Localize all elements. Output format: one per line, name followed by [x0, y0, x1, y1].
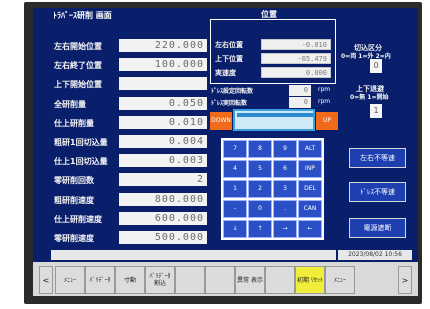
- position-label: 上下位置: [215, 55, 243, 63]
- keypad-key[interactable]: INP: [298, 160, 322, 178]
- position-value: -0.010: [261, 39, 331, 50]
- vertical-retreat-subtitle: 0=無 1=開始: [350, 94, 389, 101]
- jog-up-button[interactable]: UP: [316, 112, 338, 130]
- position-value: 0.000: [261, 67, 331, 78]
- field-value[interactable]: 220.000: [119, 39, 207, 52]
- jog-position-bar: [233, 109, 315, 131]
- field-label: 零研削速度: [54, 234, 94, 243]
- field-label: 零研削回数: [54, 176, 94, 186]
- toolbar-button[interactable]: ﾊﾞﾘﾃﾞｰﾀ 割込: [145, 266, 175, 294]
- field-label: 仕上1回切込量: [54, 157, 108, 167]
- prev-page-button[interactable]: <: [39, 266, 53, 294]
- keypad-key[interactable]: 9: [273, 140, 297, 158]
- keypad-key[interactable]: 1: [223, 180, 247, 198]
- position-title: 位置: [261, 10, 277, 19]
- keypad-key[interactable]: 0: [248, 200, 272, 218]
- keypad-key[interactable]: CAN: [298, 200, 322, 218]
- keypad-key[interactable]: 6: [273, 160, 297, 178]
- position-label: 左右位置: [215, 41, 243, 49]
- panel-bezel: ﾄﾗﾊﾞｰｽ研削 画面 左右開始位置 220.000 左右終了位置 100.000 上下…: [0, 0, 430, 309]
- keypad-key[interactable]: .: [273, 200, 297, 218]
- field-label: 仕上研削速度: [54, 214, 102, 224]
- keypad-key[interactable]: 7: [223, 140, 247, 158]
- keypad-key[interactable]: -: [223, 200, 247, 218]
- rpm-label: ﾄﾞﾚｽ実回転数: [211, 100, 248, 107]
- next-page-button[interactable]: >: [398, 266, 412, 294]
- jog-down-button[interactable]: DOWN: [210, 112, 232, 130]
- toolbar-button[interactable]: 異常 表示: [235, 266, 265, 294]
- jog-indicator: [237, 113, 313, 117]
- field-label: 仕上研削量: [54, 118, 94, 128]
- datetime: 2023/08/02 10:56: [338, 250, 412, 260]
- toolbar-button[interactable]: ﾒﾆｭｰ: [325, 266, 355, 294]
- position-label: 実速度: [215, 69, 236, 77]
- field-value[interactable]: 800.000: [119, 192, 207, 206]
- field-label: 左右終了位置: [54, 61, 102, 71]
- field-value[interactable]: 0.050: [119, 96, 207, 110]
- side-button[interactable]: ﾄﾞﾚｽ不等速: [349, 182, 406, 202]
- field-value[interactable]: 0.003: [119, 154, 207, 168]
- rpm-value[interactable]: 0: [289, 97, 311, 108]
- keypad-key[interactable]: →: [273, 220, 297, 238]
- rpm-label: ﾄﾞﾚｽ設定回転数: [211, 88, 254, 95]
- rpm-value[interactable]: 0: [289, 85, 311, 96]
- field-label: 全研削量: [54, 99, 86, 109]
- rpm-unit: rpm: [318, 86, 331, 93]
- toolbar-button[interactable]: 初期 ﾘｾｯﾄ: [295, 266, 325, 294]
- cut-section-subtitle: 0=両 1=外 2=内: [341, 53, 391, 60]
- field-value[interactable]: 0.010: [119, 115, 207, 129]
- keypad-key[interactable]: 5: [248, 160, 272, 178]
- field-value[interactable]: 600.000: [119, 211, 207, 225]
- field-value[interactable]: 500.000: [119, 231, 207, 244]
- keypad-key[interactable]: 2: [248, 180, 272, 198]
- position-value: -65.479: [261, 53, 331, 64]
- bottom-toolbar: < ﾒﾆｭｰ ﾊﾞﾘﾃﾞｰﾀ 寸動 ﾊﾞﾘﾃﾞｰﾀ 割込 異常 表示 初期 ﾘｾｯﾄ ﾒﾆｭｰ…: [33, 262, 418, 296]
- toolbar-button[interactable]: 寸動: [115, 266, 145, 294]
- cut-section-value[interactable]: 0: [370, 59, 382, 73]
- keypad-key[interactable]: ←: [298, 220, 322, 238]
- keypad-key[interactable]: 8: [248, 140, 272, 158]
- message-strip: [51, 250, 336, 260]
- field-value[interactable]: [119, 77, 207, 91]
- keypad-key[interactable]: ALT: [298, 140, 322, 158]
- keypad-key[interactable]: 3: [273, 180, 297, 198]
- field-value[interactable]: 2: [119, 173, 207, 187]
- field-value[interactable]: 100.000: [119, 58, 207, 72]
- toolbar-button[interactable]: [265, 266, 295, 294]
- side-button[interactable]: 電源遮断: [349, 218, 406, 238]
- side-button[interactable]: 左右不等速: [349, 148, 406, 168]
- toolbar-button[interactable]: [175, 266, 205, 294]
- screen-title: ﾄﾗﾊﾞｰｽ研削 画面: [53, 11, 112, 20]
- field-label: 粗研1回切込量: [54, 138, 108, 147]
- keypad-key[interactable]: DEL: [298, 180, 322, 198]
- toolbar-button[interactable]: ﾒﾆｭｰ: [55, 266, 85, 294]
- field-value[interactable]: 0.004: [119, 135, 207, 148]
- keypad-key[interactable]: ↓: [223, 220, 247, 238]
- field-label: 粗研削速度: [54, 195, 94, 205]
- vertical-retreat-value[interactable]: 1: [370, 104, 382, 118]
- keypad-key[interactable]: 4: [223, 160, 247, 178]
- rpm-unit: rpm: [318, 98, 331, 105]
- field-label: 左右開始位置: [54, 42, 102, 51]
- toolbar-button[interactable]: [205, 266, 235, 294]
- field-label: 上下開始位置: [54, 80, 102, 90]
- hmi-screen: ﾄﾗﾊﾞｰｽ研削 画面 左右開始位置 220.000 左右終了位置 100.000 上下…: [33, 8, 418, 296]
- keypad: 7 8 9 ALT 4 5 6 INP 1 2 3 DEL -0. CAN ↓ ↑ → ←: [221, 138, 324, 240]
- toolbar-button[interactable]: ﾊﾞﾘﾃﾞｰﾀ: [85, 266, 115, 294]
- keypad-key[interactable]: ↑: [248, 220, 272, 238]
